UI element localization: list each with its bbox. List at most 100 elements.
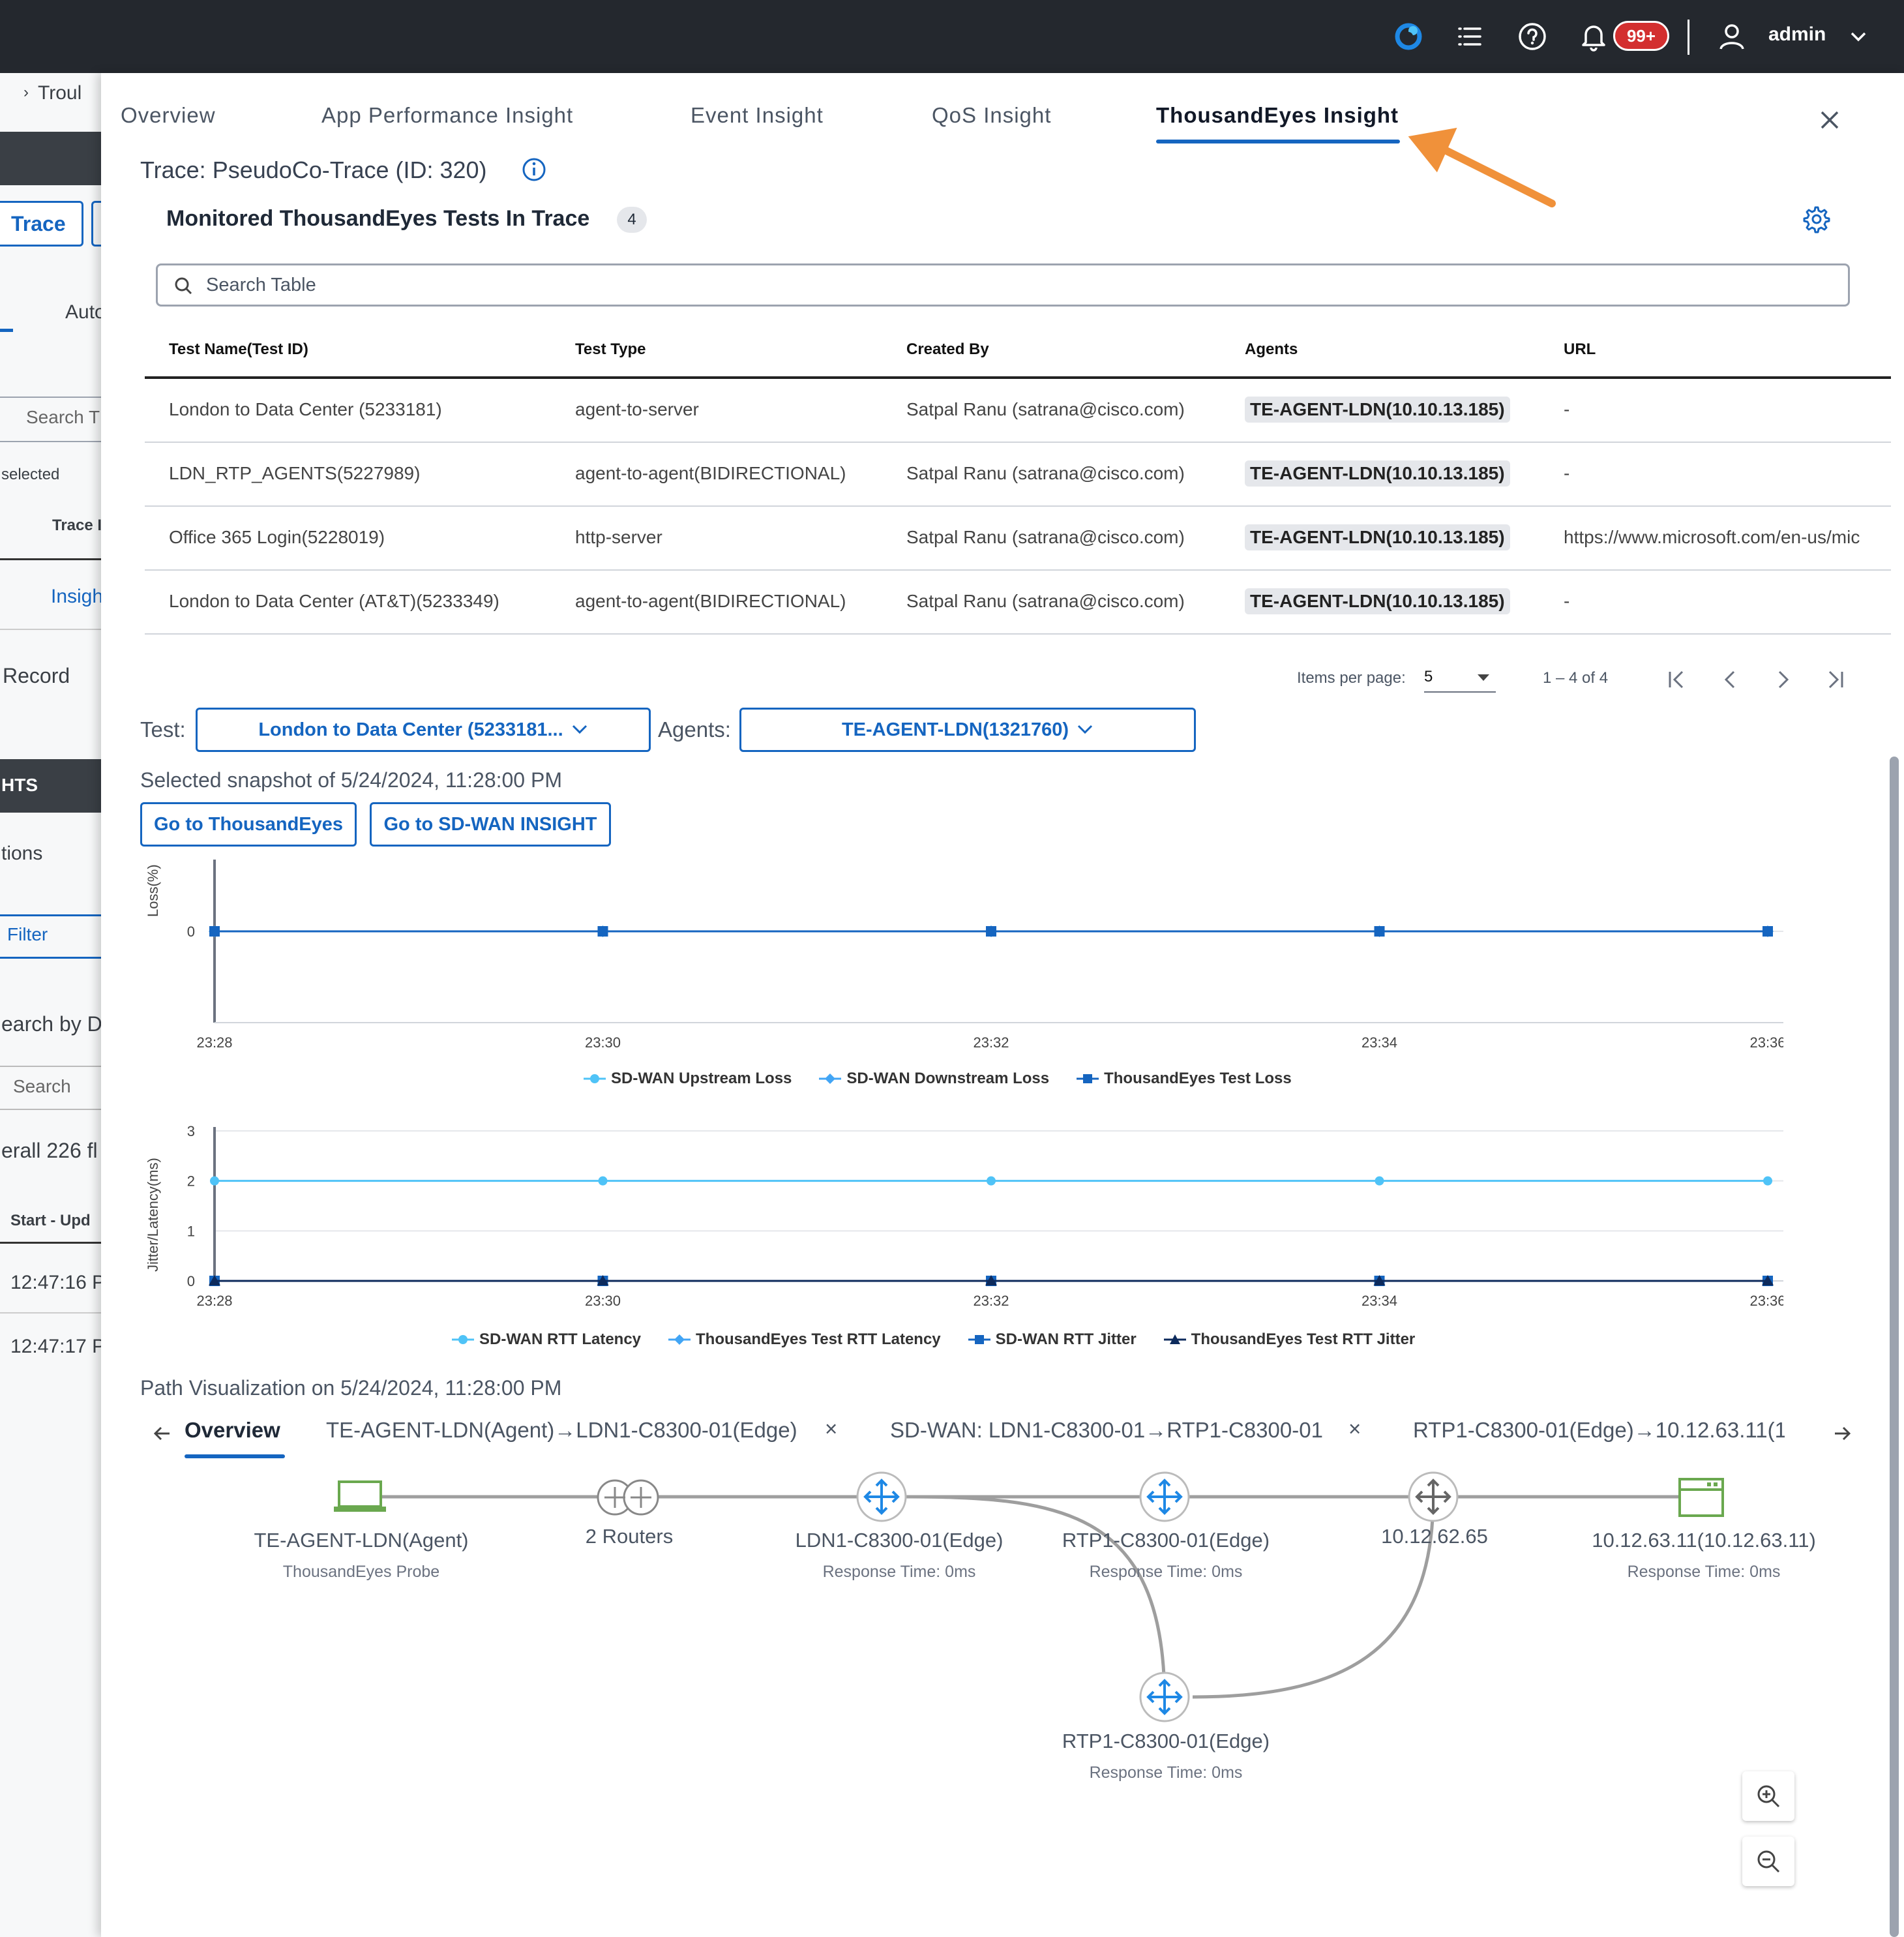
help-icon[interactable] bbox=[1514, 18, 1551, 55]
node-label[interactable]: 2 Routers bbox=[586, 1525, 673, 1548]
edge-router-icon[interactable] bbox=[1139, 1672, 1190, 1722]
node-label[interactable]: 10.12.63.11(10.12.63.11) bbox=[1592, 1529, 1816, 1552]
ai-assistant-icon[interactable] bbox=[1390, 18, 1427, 55]
path-tab-edge-to-destination[interactable]: RTP1-C8300-01(Edge)→10.12.63.11(10.1: bbox=[1413, 1418, 1785, 1443]
search-input[interactable]: Search T bbox=[0, 397, 104, 442]
highlight-arrow-icon bbox=[1408, 127, 1556, 207]
test-name-link[interactable]: Office 365 Login(5228019) bbox=[169, 527, 385, 548]
zoom-out-button[interactable] bbox=[1742, 1837, 1794, 1886]
agent-tag: TE-AGENT-LDN(10.10.13.185) bbox=[1245, 588, 1510, 614]
close-tab-icon[interactable]: × bbox=[825, 1417, 837, 1441]
next-page-icon[interactable] bbox=[1771, 668, 1794, 691]
test-name-link[interactable]: London to Data Center (5233181) bbox=[169, 399, 442, 420]
settings-gear-icon[interactable] bbox=[1802, 205, 1831, 233]
zoom-in-button[interactable] bbox=[1742, 1771, 1794, 1821]
latency-legend: SD-WAN RTT Latency ThousandEyes Test RTT… bbox=[452, 1330, 1415, 1349]
test-name-link[interactable]: London to Data Center (AT&T)(5233349) bbox=[169, 591, 499, 612]
url: - bbox=[1564, 463, 1570, 483]
node-label[interactable]: 10.12.62.65 bbox=[1381, 1525, 1488, 1548]
tab-qos-insight[interactable]: QoS Insight bbox=[932, 103, 1051, 128]
data-point bbox=[597, 926, 608, 937]
user-icon[interactable] bbox=[1714, 18, 1750, 55]
path-graph bbox=[334, 1471, 1724, 1722]
test-select[interactable]: London to Data Center (5233181... bbox=[196, 708, 651, 752]
info-icon[interactable] bbox=[521, 157, 547, 183]
items-per-page-select[interactable]: 5 bbox=[1424, 664, 1496, 693]
arrow-left-icon[interactable] bbox=[150, 1422, 173, 1445]
legend-thousandeyes-rtt-jitter[interactable]: ThousandEyes Test RTT Jitter bbox=[1191, 1330, 1416, 1349]
node-label[interactable]: TE-AGENT-LDN(Agent) bbox=[254, 1529, 468, 1552]
tab-applications[interactable]: tions bbox=[1, 843, 42, 865]
latency-y-axis-label: Jitter/Latency(ms) bbox=[145, 1158, 161, 1272]
breadcrumb[interactable]: Troul bbox=[38, 82, 82, 104]
edge-router-icon[interactable] bbox=[1139, 1471, 1190, 1522]
section-header-bar bbox=[0, 132, 104, 185]
destination-server-icon[interactable] bbox=[1678, 1478, 1724, 1517]
last-page-icon[interactable] bbox=[1823, 668, 1847, 691]
column-header-url[interactable]: URL bbox=[1564, 340, 1596, 359]
row-divider bbox=[145, 442, 1891, 443]
x-tick-label: 23:28 bbox=[196, 1034, 232, 1051]
tab-app-performance-insight[interactable]: App Performance Insight bbox=[321, 103, 573, 128]
legend-sdwan-rtt-jitter[interactable]: SD-WAN RTT Jitter bbox=[996, 1330, 1137, 1349]
legend-thousandeyes-test-loss[interactable]: ThousandEyes Test Loss bbox=[1104, 1070, 1292, 1088]
legend-sdwan-rtt-latency[interactable]: SD-WAN RTT Latency bbox=[479, 1330, 641, 1349]
column-header-agents[interactable]: Agents bbox=[1245, 340, 1298, 359]
search-field[interactable]: Search bbox=[0, 1066, 104, 1110]
panel-scrollbar[interactable] bbox=[1890, 757, 1899, 1937]
agents-select[interactable]: TE-AGENT-LDN(1321760) bbox=[739, 708, 1196, 752]
notification-count-badge[interactable]: 99+ bbox=[1613, 21, 1669, 51]
filter-button[interactable]: Filter bbox=[0, 914, 104, 959]
edge-router-icon[interactable] bbox=[856, 1471, 907, 1522]
url[interactable]: https://www.microsoft.com/en-us/mic bbox=[1564, 527, 1891, 548]
legend-sdwan-downstream-loss[interactable]: SD-WAN Downstream Loss bbox=[846, 1070, 1049, 1088]
arrow-right-icon[interactable] bbox=[1831, 1422, 1854, 1445]
routers-group-icon[interactable] bbox=[597, 1479, 659, 1516]
go-to-sdwan-insight-button[interactable]: Go to SD-WAN INSIGHT bbox=[370, 802, 611, 847]
test-type: agent-to-server bbox=[575, 399, 699, 419]
new-trace-button[interactable]: Trace bbox=[0, 201, 83, 247]
tab-event-insight[interactable]: Event Insight bbox=[691, 103, 824, 128]
legend-diamond-marker bbox=[819, 1074, 842, 1084]
test-name-link[interactable]: LDN_RTP_AGENTS(5227989) bbox=[169, 463, 420, 484]
search-placeholder: Search Table bbox=[206, 275, 316, 295]
tab-overview[interactable]: Overview bbox=[121, 103, 216, 128]
legend-sdwan-upstream-loss[interactable]: SD-WAN Upstream Loss bbox=[611, 1070, 792, 1088]
tab-thousandeyes-insight[interactable]: ThousandEyes Insight bbox=[1156, 103, 1399, 128]
column-header-test-name[interactable]: Test Name(Test ID) bbox=[169, 340, 308, 359]
path-tab-overview[interactable]: Overview bbox=[185, 1418, 280, 1443]
close-tab-icon[interactable]: × bbox=[1348, 1417, 1361, 1441]
previous-page-icon[interactable] bbox=[1719, 668, 1742, 691]
username-label[interactable]: admin bbox=[1768, 23, 1826, 46]
table-header-divider bbox=[145, 376, 1891, 379]
table-divider bbox=[0, 558, 104, 560]
node-label[interactable]: RTP1-C8300-01(Edge) bbox=[1062, 1529, 1270, 1552]
path-tab-sdwan[interactable]: SD-WAN: LDN1-C8300-01→RTP1-C8300-01 bbox=[890, 1418, 1323, 1443]
column-header-test-type[interactable]: Test Type bbox=[575, 340, 646, 359]
node-label[interactable]: LDN1-C8300-01(Edge) bbox=[796, 1529, 1004, 1552]
chevron-down-icon[interactable] bbox=[1840, 18, 1877, 55]
tab-auto[interactable]: Auto bbox=[65, 301, 104, 323]
path-visualization-title: Path Visualization on 5/24/2024, 11:28:0… bbox=[140, 1376, 562, 1400]
row-divider bbox=[145, 569, 1891, 571]
node-label[interactable]: RTP1-C8300-01(Edge) bbox=[1062, 1730, 1270, 1753]
data-point bbox=[986, 926, 996, 937]
table-search-input[interactable]: Search Table bbox=[156, 263, 1850, 307]
jitter-latency-chart: 0 1 2 3 23:28 23:30 23:32 23:34 23:36 bbox=[187, 1123, 1783, 1309]
x-tick-label: 23:36 bbox=[1749, 1293, 1783, 1309]
legend-thousandeyes-rtt-latency[interactable]: ThousandEyes Test RTT Latency bbox=[696, 1330, 941, 1349]
column-header-created-by[interactable]: Created By bbox=[906, 340, 989, 359]
test-type: agent-to-agent(BIDIRECTIONAL) bbox=[575, 463, 846, 483]
laptop-agent-icon[interactable] bbox=[334, 1480, 386, 1512]
x-tick-label: 23:30 bbox=[585, 1293, 621, 1309]
close-icon[interactable] bbox=[1817, 107, 1843, 133]
test-type: http-server bbox=[575, 527, 662, 547]
path-tab-agent-to-edge[interactable]: TE-AGENT-LDN(Agent)→LDN1-C8300-01(Edge) bbox=[326, 1418, 797, 1443]
task-list-icon[interactable] bbox=[1451, 18, 1488, 55]
router-icon[interactable] bbox=[1408, 1471, 1459, 1522]
go-to-thousandeyes-button[interactable]: Go to ThousandEyes bbox=[140, 802, 357, 847]
insight-link[interactable]: Insigh bbox=[51, 586, 103, 608]
bell-icon[interactable] bbox=[1575, 18, 1612, 55]
first-page-icon[interactable] bbox=[1665, 668, 1689, 691]
x-tick-label: 23:32 bbox=[973, 1293, 1009, 1309]
